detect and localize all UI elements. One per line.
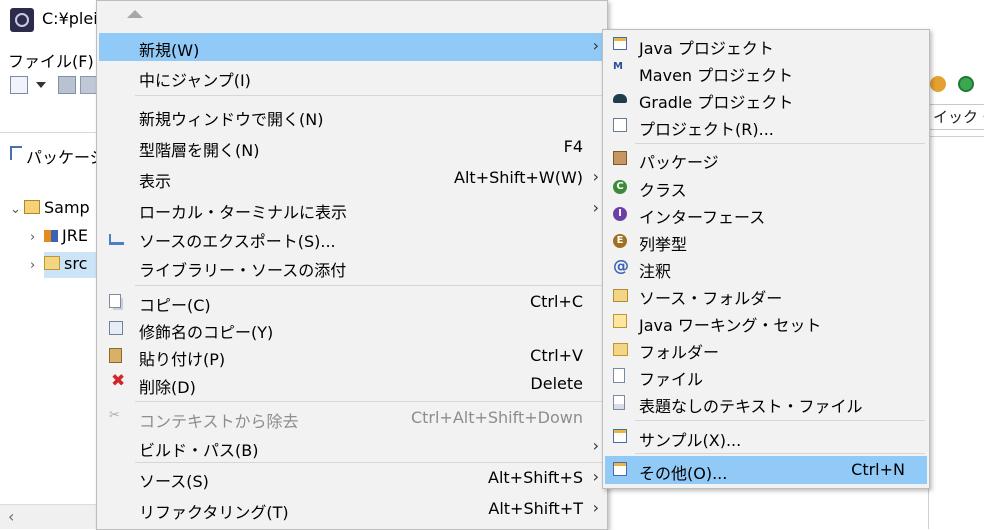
new-submenu: Java プロジェクト M Maven プロジェクト Gradle プロジェクト… [602, 29, 930, 489]
chevron-right-icon: › [592, 198, 599, 217]
other-wizard-icon [613, 462, 627, 476]
text-file-icon [613, 395, 625, 410]
menu-item-open-type-hierarchy[interactable]: 型階層を開く(N) F4 [99, 133, 605, 161]
twisty-open-icon[interactable]: ⌄ [10, 202, 24, 217]
menu-separator [135, 285, 603, 286]
package-explorer-tab-label: パッケージ [26, 148, 106, 167]
tree-item-label: JRE [62, 226, 88, 245]
menu-item-copy-qualified-name[interactable]: 修飾名のコピー(Y) [99, 315, 605, 343]
horizontal-scrollbar[interactable]: ‹ [0, 504, 100, 529]
paste-icon [109, 348, 122, 363]
menu-item-paste[interactable]: 貼り付け(P) Ctrl+V [99, 342, 605, 370]
file-icon [613, 368, 625, 383]
chevron-right-icon: › [592, 436, 599, 455]
window-title: C:¥plei [42, 9, 98, 28]
menu-item-open-new-window[interactable]: 新規ウィンドウで開く(N) [99, 102, 605, 130]
menu-item-new[interactable]: 新規(W) › [99, 33, 605, 61]
twisty-closed-icon[interactable]: › [30, 230, 44, 245]
copy-qualified-name-icon [109, 321, 123, 335]
project-folder-icon [24, 200, 40, 214]
tree-item-label: Samp [44, 198, 90, 217]
submenu-item-other[interactable]: その他(O)... Ctrl+N [605, 456, 927, 484]
chevron-right-icon: › [592, 167, 599, 186]
remove-context-icon: ✂ [109, 408, 120, 423]
chevron-right-icon: › [592, 467, 599, 486]
submenu-item-file[interactable]: ファイル [605, 362, 927, 390]
context-menu: 新規(W) › 中にジャンプ(I) 新規ウィンドウで開く(N) 型階層を開く(N… [96, 0, 608, 530]
submenu-item-interface[interactable]: I インターフェース [605, 200, 927, 228]
chevron-down-icon[interactable] [36, 82, 46, 88]
submenu-item-java-project[interactable]: Java プロジェクト [605, 31, 927, 59]
project-icon [613, 118, 627, 132]
library-icon [44, 230, 58, 242]
interface-icon: I [613, 207, 627, 221]
submenu-item-sample[interactable]: サンプル(X)... [605, 423, 927, 451]
maven-icon: M [613, 61, 623, 72]
submenu-item-package[interactable]: パッケージ [605, 145, 927, 173]
run-icon[interactable] [958, 76, 974, 92]
submenu-item-enum[interactable]: E 列挙型 [605, 227, 927, 255]
submenu-item-folder[interactable]: フォルダー [605, 335, 927, 363]
menu-item-show-in[interactable]: 表示 Alt+Shift+W(W) › [99, 164, 605, 192]
tree-item-jre[interactable]: › JRE [30, 226, 88, 245]
scroll-left-icon[interactable]: ‹ [8, 505, 14, 529]
menu-separator [635, 420, 925, 421]
chevron-right-icon: › [592, 498, 599, 517]
twisty-closed-icon[interactable]: › [30, 258, 44, 273]
menu-item-source[interactable]: ソース(S) Alt+Shift+S › [99, 464, 605, 492]
copy-icon [109, 294, 121, 308]
menu-separator [135, 95, 603, 96]
package-explorer-icon [10, 146, 22, 160]
menu-item-attach-source[interactable]: ライブラリー・ソースの添付 [99, 253, 605, 281]
menu-separator [635, 453, 925, 454]
menu-separator [135, 462, 603, 463]
eclipse-app-icon [10, 8, 34, 32]
export-icon [109, 234, 124, 245]
tree-item-label: src [64, 254, 88, 273]
menu-item-remove-from-context: ✂ コンテキストから除去 Ctrl+Alt+Shift+Down [109, 408, 583, 431]
gradle-icon [613, 94, 627, 103]
menu-item-show-in-terminal[interactable]: ローカル・ターミナルに表示 › [99, 195, 605, 223]
package-icon [613, 151, 627, 165]
enum-icon: E [613, 234, 627, 248]
save-icon[interactable] [58, 76, 76, 94]
class-icon: C [613, 180, 627, 194]
quick-access-input[interactable]: イック・ア [928, 104, 984, 130]
folder-icon [613, 343, 628, 356]
new-wizard-icon[interactable] [10, 76, 28, 94]
submenu-item-annotation[interactable]: @ 注釈 [605, 254, 927, 282]
menu-item-go-into[interactable]: 中にジャンプ(I) [99, 63, 605, 91]
editor-area [928, 136, 984, 529]
perspective-icon[interactable] [930, 76, 946, 92]
menu-separator [135, 401, 603, 402]
source-folder-icon [44, 256, 60, 270]
working-set-icon [613, 314, 627, 328]
menu-item-copy[interactable]: コピー(C) Ctrl+C [99, 288, 605, 316]
menu-item-delete[interactable]: ✖ 削除(D) Delete [99, 370, 605, 398]
submenu-item-working-set[interactable]: Java ワーキング・セット [605, 308, 927, 336]
menu-separator [635, 143, 925, 144]
tree-item-project[interactable]: ⌄ Samp [10, 198, 90, 217]
tree-item-src[interactable]: › src [30, 254, 87, 273]
menu-item-export-source[interactable]: ソースのエクスポート(S)... [99, 224, 605, 252]
sample-icon [613, 429, 627, 443]
menu-file[interactable]: ファイル(F) [8, 48, 94, 72]
submenu-item-untitled-text-file[interactable]: 表題なしのテキスト・ファイル [605, 389, 927, 417]
scroll-up-icon[interactable] [127, 10, 143, 18]
annotation-icon: @ [613, 256, 629, 275]
submenu-item-class[interactable]: C クラス [605, 173, 927, 201]
submenu-item-project[interactable]: プロジェクト(R)... [605, 112, 927, 140]
submenu-item-source-folder[interactable]: ソース・フォルダー [605, 281, 927, 309]
submenu-item-maven-project[interactable]: M Maven プロジェクト [605, 58, 927, 86]
menu-item-build-path[interactable]: ビルド・パス(B) › [99, 433, 605, 461]
java-project-icon [613, 37, 627, 50]
submenu-item-gradle-project[interactable]: Gradle プロジェクト [605, 85, 927, 113]
delete-icon: ✖ [111, 371, 126, 391]
chevron-right-icon: › [592, 36, 599, 55]
source-folder-icon [613, 289, 628, 302]
menu-item-refactor[interactable]: リファクタリング(T) Alt+Shift+T › [99, 495, 605, 523]
